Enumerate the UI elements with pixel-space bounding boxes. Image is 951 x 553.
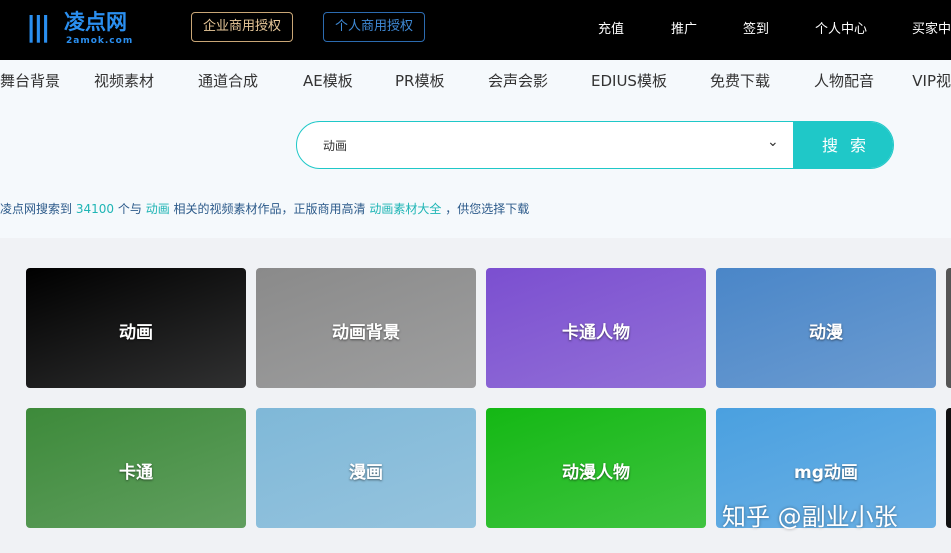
category-item[interactable]: 视频素材 [94, 70, 154, 91]
card-label: 动画 [119, 323, 153, 343]
category-card[interactable]: 卡通人物 [486, 268, 706, 388]
category-card[interactable]: 动漫人物 [486, 408, 706, 528]
card-label: 动画背景 [332, 323, 400, 343]
nav-recharge[interactable]: 充值 [598, 18, 624, 37]
search-input[interactable]: 动画 [323, 137, 347, 154]
logo-name: 凌点网 [64, 10, 127, 34]
nav-user-center[interactable]: 个人中心 [815, 18, 867, 37]
watermark: 知乎 @副业小张 [722, 503, 898, 531]
category-card[interactable]: 卡通 [26, 408, 246, 528]
category-item[interactable]: 免费下载 [710, 70, 770, 91]
category-card[interactable]: 动漫 [716, 268, 936, 388]
category-item[interactable]: 通道合成 [198, 70, 258, 91]
result-count: 34100 [75, 202, 115, 216]
card-label: 卡通人物 [562, 323, 630, 343]
card-label: 卡通 [119, 463, 153, 483]
category-nav: 舞台背景 视频素材 通道合成 AE模板 PR模板 会声会影 EDIUS模板 免费… [0, 60, 951, 100]
result-text: 个与 [117, 202, 142, 216]
card-label: 动漫人物 [562, 463, 630, 483]
category-item[interactable]: VIP视 [912, 70, 951, 91]
nav-checkin[interactable]: 签到 [743, 18, 769, 37]
search-button[interactable]: 搜索 [793, 122, 893, 168]
category-item[interactable]: EDIUS模板 [591, 70, 667, 91]
card-label: 动漫 [809, 323, 843, 343]
result-text: 相关的视频素材作品，正版商用高清 [173, 202, 366, 216]
card-partial[interactable] [946, 268, 951, 388]
category-card[interactable]: 漫画 [256, 408, 476, 528]
category-card[interactable]: 动画背景 [256, 268, 476, 388]
result-keyword: 动画 [145, 202, 170, 216]
logo-domain: 2amok.com [66, 36, 134, 46]
logo-icon: ||| [26, 10, 51, 43]
top-bar: ||| 凌点网 2amok.com 企业商用授权 个人商用授权 充值 推广 签到… [0, 0, 951, 60]
result-summary: 凌点网搜索到 34100 个与 动画 相关的视频素材作品，正版商用高清 动画素材… [0, 200, 529, 217]
personal-license-button[interactable]: 个人商用授权 [323, 12, 426, 42]
nav-buyer[interactable]: 买家中 [912, 18, 951, 37]
nav-promote[interactable]: 推广 [671, 18, 697, 37]
category-item[interactable]: PR模板 [395, 70, 444, 91]
enterprise-license-button[interactable]: 企业商用授权 [191, 12, 294, 42]
logo[interactable]: ||| 凌点网 2amok.com [26, 6, 136, 46]
card-label: mg动画 [794, 463, 858, 483]
card-partial[interactable] [946, 408, 951, 528]
category-item[interactable]: AE模板 [303, 70, 353, 91]
search-bar: 动画 ⌄ 搜索 [296, 121, 894, 169]
chevron-down-icon[interactable]: ⌄ [767, 134, 779, 150]
category-item[interactable]: 人物配音 [814, 70, 874, 91]
collection-link[interactable]: 动画素材大全 [369, 202, 441, 216]
category-item[interactable]: 会声会影 [488, 70, 548, 91]
category-item[interactable]: 舞台背景 [0, 70, 60, 91]
card-label: 漫画 [349, 463, 383, 483]
result-text: ，供您选择下载 [445, 202, 530, 216]
result-prefix: 凌点网搜索到 [0, 202, 73, 216]
category-card[interactable]: 动画 [26, 268, 246, 388]
